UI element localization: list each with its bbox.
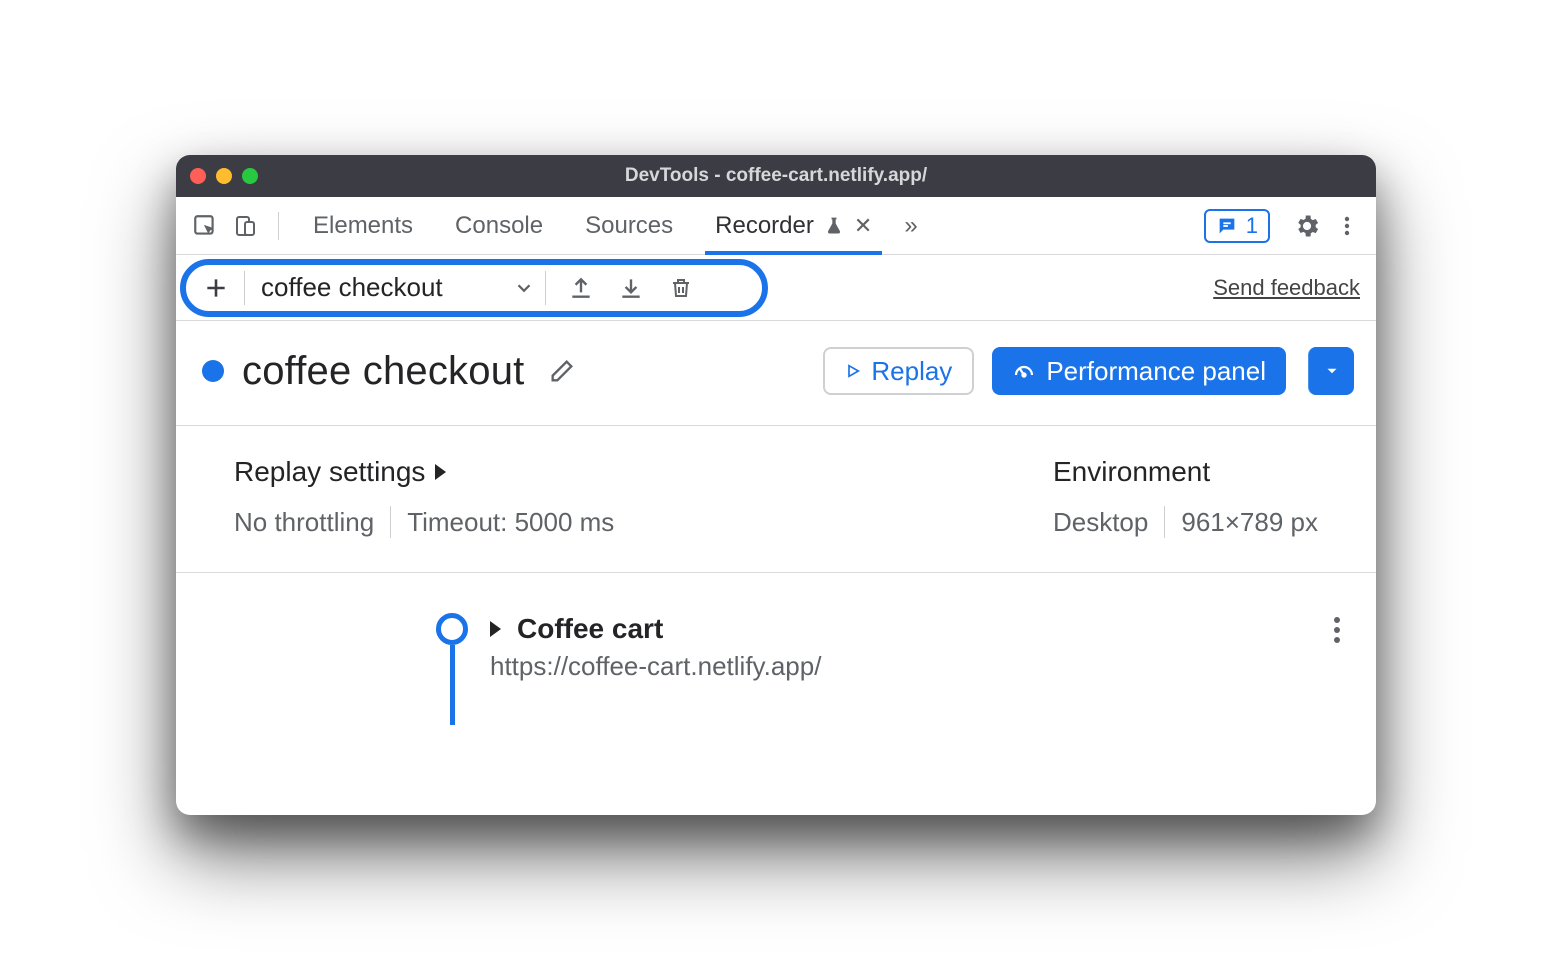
- environment-label: Environment: [1053, 456, 1210, 488]
- environment-block: Environment Desktop 961×789 px: [1053, 456, 1318, 538]
- traffic-lights: [190, 168, 258, 184]
- tab-recorder[interactable]: Recorder ✕: [697, 197, 890, 254]
- more-tabs-button[interactable]: »: [896, 197, 925, 254]
- viewport-value: 961×789 px: [1181, 507, 1318, 538]
- step-node-icon: [436, 613, 468, 645]
- recording-selector-label: coffee checkout: [261, 272, 443, 303]
- step-item[interactable]: Coffee cart https://coffee-cart.netlify.…: [436, 613, 1346, 725]
- experiment-flask-icon: [824, 216, 844, 236]
- step-timeline: [436, 613, 468, 725]
- divider: [278, 212, 279, 240]
- performance-panel-button[interactable]: Performance panel: [992, 347, 1286, 395]
- send-feedback-link[interactable]: Send feedback: [1213, 275, 1360, 301]
- performance-panel-label: Performance panel: [1046, 356, 1266, 387]
- replay-settings-label: Replay settings: [234, 456, 425, 488]
- issues-count: 1: [1246, 213, 1258, 239]
- tab-console[interactable]: Console: [437, 197, 561, 254]
- divider: [244, 271, 245, 305]
- recording-selector[interactable]: coffee checkout: [255, 272, 535, 303]
- step-more-menu[interactable]: [1334, 617, 1340, 643]
- window-title: DevTools - coffee-cart.netlify.app/: [176, 165, 1376, 187]
- step-connector: [450, 645, 455, 725]
- settings-gear-icon[interactable]: [1290, 209, 1324, 243]
- tab-label: Console: [455, 212, 543, 240]
- more-tabs-label: »: [904, 212, 917, 240]
- tab-elements[interactable]: Elements: [295, 197, 431, 254]
- export-recording-button[interactable]: [562, 269, 600, 307]
- recording-status-dot: [202, 360, 224, 382]
- divider: [545, 271, 546, 305]
- environment-values: Desktop 961×789 px: [1053, 506, 1318, 538]
- divider: [390, 506, 391, 538]
- new-recording-button[interactable]: [198, 270, 234, 306]
- close-tab-icon[interactable]: ✕: [854, 213, 872, 239]
- step-url: https://coffee-cart.netlify.app/: [490, 651, 821, 682]
- step-title: Coffee cart: [517, 613, 663, 645]
- devtools-tabbar: Elements Console Sources Recorder ✕ » 1: [176, 197, 1376, 255]
- import-recording-button[interactable]: [612, 269, 650, 307]
- recording-title: coffee checkout: [242, 349, 524, 394]
- recording-header: coffee checkout Replay Performance panel: [176, 321, 1376, 426]
- divider: [1164, 506, 1165, 538]
- tab-label: Recorder: [715, 212, 814, 240]
- tab-sources[interactable]: Sources: [567, 197, 691, 254]
- chevron-down-icon: [513, 277, 535, 299]
- delete-recording-button[interactable]: [662, 269, 700, 307]
- maximize-window-button[interactable]: [242, 168, 258, 184]
- steps-list: Coffee cart https://coffee-cart.netlify.…: [176, 573, 1376, 815]
- inspect-element-icon[interactable]: [188, 209, 222, 243]
- titlebar: DevTools - coffee-cart.netlify.app/: [176, 155, 1376, 197]
- performance-panel-dropdown[interactable]: [1308, 347, 1354, 395]
- caret-right-icon: [435, 464, 446, 480]
- issues-button[interactable]: 1: [1204, 209, 1270, 243]
- more-menu-icon[interactable]: [1330, 209, 1364, 243]
- tab-label: Sources: [585, 212, 673, 240]
- caret-right-icon: [490, 621, 501, 637]
- timeout-value: Timeout: 5000 ms: [407, 507, 614, 538]
- device-value: Desktop: [1053, 507, 1148, 538]
- replay-button[interactable]: Replay: [823, 347, 974, 395]
- tab-label: Elements: [313, 212, 413, 240]
- devtools-window: DevTools - coffee-cart.netlify.app/ Elem…: [176, 155, 1376, 815]
- close-window-button[interactable]: [190, 168, 206, 184]
- device-toggle-icon[interactable]: [228, 209, 262, 243]
- replay-settings-toggle[interactable]: Replay settings: [234, 456, 614, 488]
- throttling-value: No throttling: [234, 507, 374, 538]
- replay-settings-block: Replay settings No throttling Timeout: 5…: [234, 456, 614, 538]
- minimize-window-button[interactable]: [216, 168, 232, 184]
- edit-title-button[interactable]: [548, 357, 576, 385]
- replay-button-label: Replay: [871, 356, 952, 387]
- settings-row: Replay settings No throttling Timeout: 5…: [176, 426, 1376, 573]
- recorder-toolbar: coffee checkout Send feedback: [176, 255, 1376, 321]
- replay-settings-values: No throttling Timeout: 5000 ms: [234, 506, 614, 538]
